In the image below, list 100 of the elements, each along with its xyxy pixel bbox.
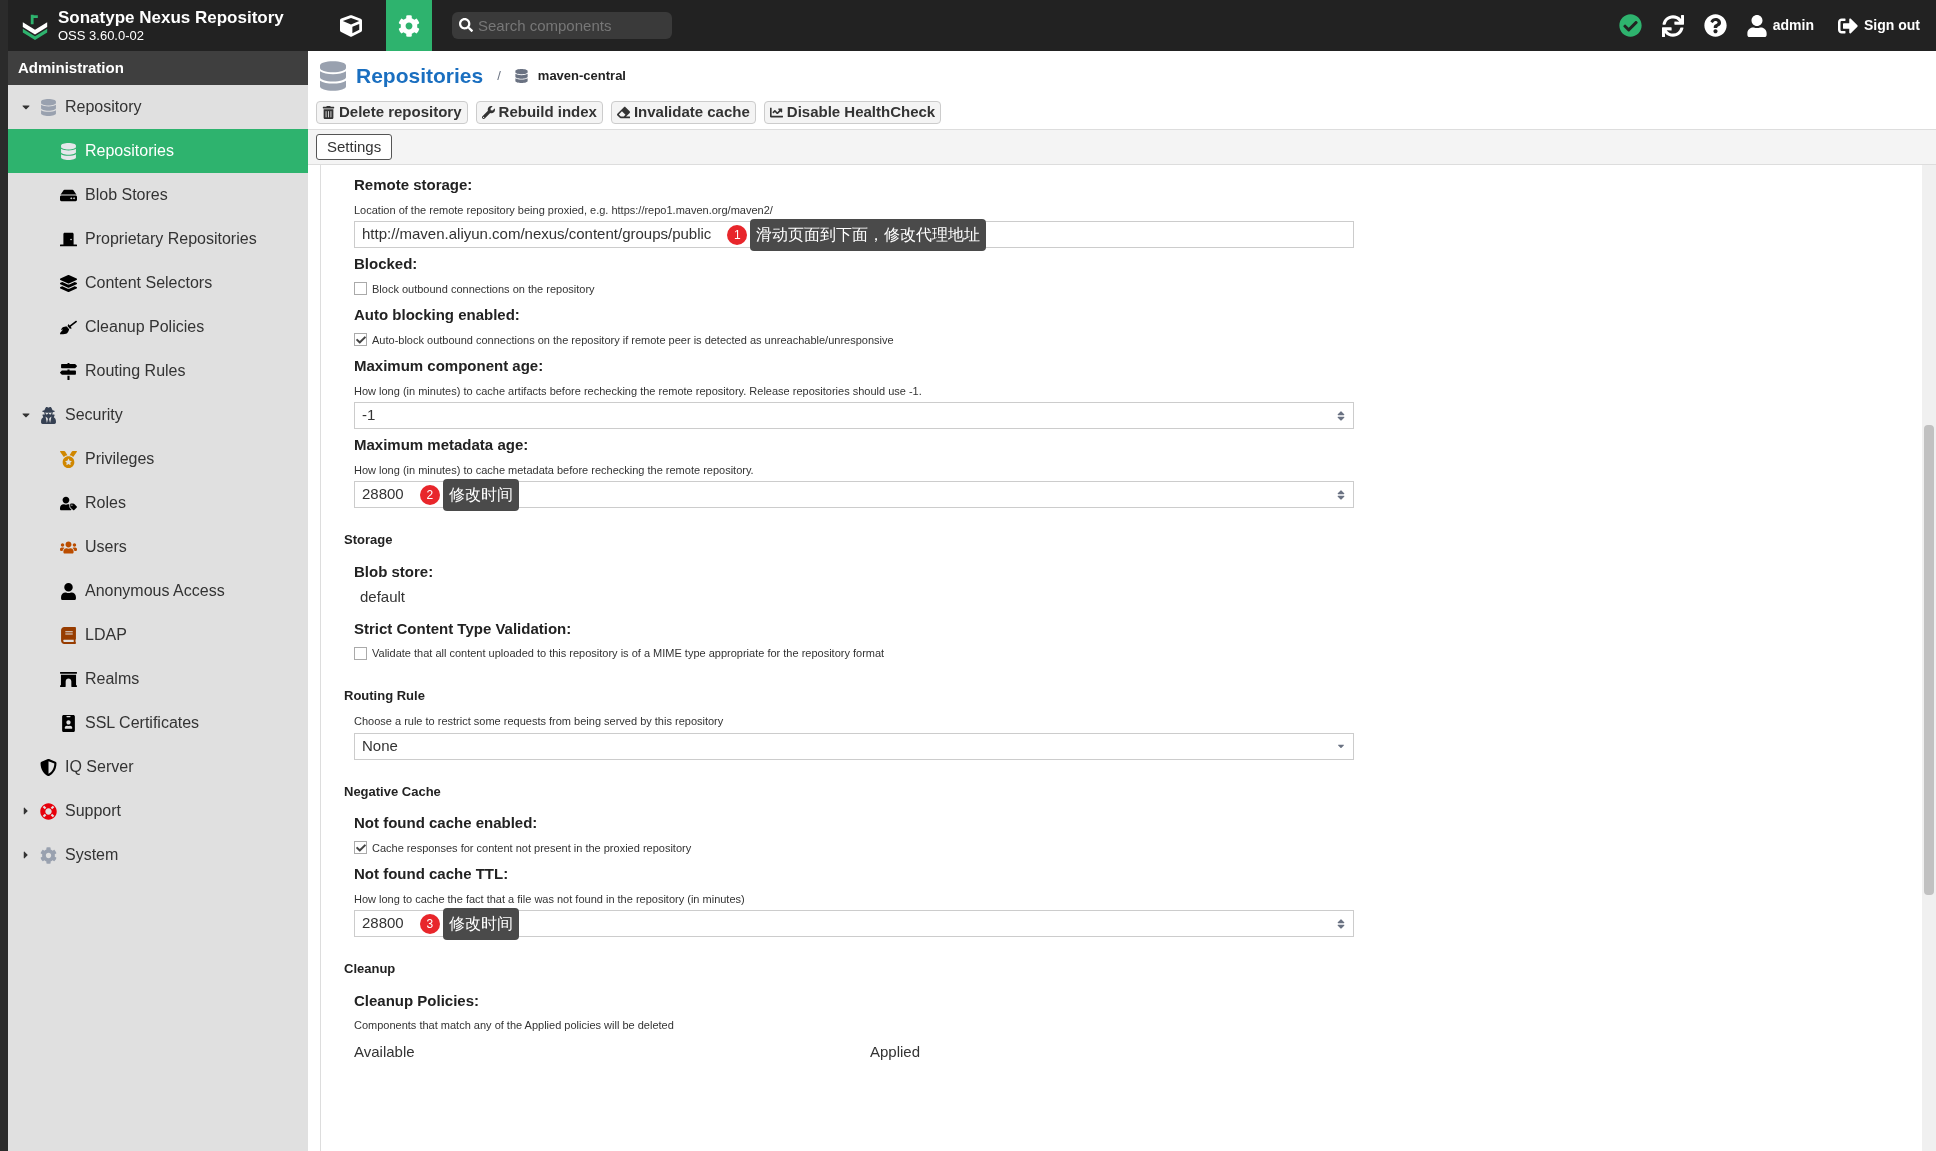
sidebar-item[interactable]: Users bbox=[8, 525, 308, 569]
callout-note: 修改时间 bbox=[442, 907, 519, 940]
checkbox-label: Auto-block outbound connections on the repository if remote peer is detected as unreachable/unresponsive bbox=[372, 332, 894, 348]
product-name: Sonatype Nexus Repository bbox=[58, 6, 284, 28]
lifebuoy-icon bbox=[40, 802, 57, 820]
badge-icon bbox=[60, 714, 77, 732]
help-text: How long (in minutes) to cache metadata before rechecking the remote repository. bbox=[354, 462, 755, 478]
field-label: Auto blocking enabled: bbox=[354, 305, 521, 325]
search-icon bbox=[459, 18, 473, 32]
input-field[interactable]: 28800 2 修改时间 bbox=[354, 481, 1354, 508]
breadcrumb-separator: / bbox=[497, 67, 501, 86]
field-text: 28800 bbox=[362, 484, 404, 505]
field-label: Strict Content Type Validation: bbox=[354, 618, 573, 639]
settings-button[interactable] bbox=[386, 0, 432, 51]
field-label: Blob store: bbox=[354, 561, 435, 582]
checkbox-label: Cache responses for content not present in the proxied repository bbox=[372, 840, 692, 856]
user-button[interactable]: admin bbox=[1746, 14, 1814, 37]
sidebar-item[interactable]: Privileges bbox=[8, 437, 308, 481]
field-text: http://maven.aliyun.com/nexus/content/groups/public bbox=[362, 224, 712, 245]
sidebar-item[interactable]: SSL Certificates bbox=[8, 701, 308, 745]
help-text: Components that match any of the Applied policies will be deleted bbox=[354, 1018, 675, 1033]
database-icon bbox=[40, 98, 57, 116]
eraser-icon bbox=[616, 106, 630, 119]
spinner-icon[interactable] bbox=[1336, 409, 1346, 422]
spinner-icon[interactable] bbox=[1336, 488, 1346, 501]
input-field[interactable]: http://maven.aliyun.com/nexus/content/groups/public 1 滑动页面到下面，修改代理地址 bbox=[354, 221, 1354, 248]
signpost-icon bbox=[60, 362, 77, 380]
database-icon bbox=[320, 61, 346, 91]
input-field[interactable]: -1 bbox=[354, 402, 1354, 429]
tab[interactable]: Settings bbox=[316, 134, 393, 160]
column-heading: Available bbox=[354, 1041, 416, 1062]
search-field[interactable]: Search components bbox=[452, 12, 672, 39]
callout-note: 修改时间 bbox=[442, 478, 519, 511]
section-heading: Cleanup bbox=[344, 960, 397, 978]
field-text: None bbox=[362, 735, 398, 756]
field-label: Maximum metadata age: bbox=[354, 435, 530, 455]
help-text: Choose a rule to restrict some requests from being served by this repository bbox=[354, 714, 725, 729]
sidebar-item[interactable]: Proprietary Repositories bbox=[8, 217, 308, 261]
checkbox[interactable] bbox=[354, 282, 367, 296]
wrench-icon bbox=[481, 106, 495, 119]
breadcrumb-current: maven-central bbox=[537, 67, 626, 86]
sidebar-title: Administration bbox=[8, 51, 308, 85]
step-number: 1 bbox=[727, 224, 748, 245]
book-icon bbox=[60, 626, 77, 644]
field-label: Cleanup Policies: bbox=[354, 990, 481, 1011]
door-icon bbox=[60, 230, 77, 248]
field-label: Remote storage: bbox=[354, 175, 474, 195]
help-text: How long to cache the fact that a file was not found in the repository (in minutes) bbox=[354, 891, 746, 907]
field-text: 28800 bbox=[362, 913, 404, 934]
sidebar-item[interactable]: Blob Stores bbox=[8, 173, 308, 217]
user-icon bbox=[1746, 14, 1767, 37]
sidebar-item[interactable]: Repository bbox=[8, 85, 308, 129]
sidebar-item[interactable]: IQ Server bbox=[8, 745, 308, 789]
toolbar-button[interactable]: Invalidate cache bbox=[610, 101, 756, 124]
sidebar-item[interactable]: Realms bbox=[8, 657, 308, 701]
user-icon bbox=[60, 582, 77, 600]
help-text: How long (in minutes) to cache artifacts before rechecking the remote repository. Release repositories should use -1. bbox=[354, 383, 923, 399]
checkbox[interactable] bbox=[354, 646, 367, 660]
cube-icon bbox=[340, 14, 362, 37]
status-ok-icon[interactable] bbox=[1618, 14, 1642, 37]
callout-note: 滑动页面到下面，修改代理地址 bbox=[750, 218, 987, 251]
field-label: Blocked: bbox=[354, 254, 419, 274]
sidebar-item[interactable]: Security bbox=[8, 393, 308, 437]
section-heading: Negative Cache bbox=[344, 782, 442, 801]
archway-icon bbox=[60, 670, 77, 688]
scrollbar[interactable] bbox=[1922, 165, 1936, 1151]
sidebar-item[interactable]: System bbox=[8, 833, 308, 877]
gear-icon bbox=[40, 846, 57, 864]
sidebar-item[interactable]: Cleanup Policies bbox=[8, 305, 308, 349]
sidebar-item[interactable]: Roles bbox=[8, 481, 308, 525]
user-tag-icon bbox=[60, 494, 77, 512]
toolbar-button[interactable]: Rebuild index bbox=[475, 101, 603, 124]
input-field[interactable]: 28800 3 修改时间 bbox=[354, 910, 1354, 937]
step-number: 2 bbox=[419, 484, 440, 505]
sign-out-button[interactable]: Sign out bbox=[1838, 15, 1920, 36]
chart-icon bbox=[769, 106, 783, 119]
help-icon[interactable] bbox=[1703, 14, 1727, 37]
sidebar-item[interactable]: Anonymous Access bbox=[8, 569, 308, 613]
sidebar-item[interactable]: LDAP bbox=[8, 613, 308, 657]
sidebar-item[interactable]: Routing Rules bbox=[8, 349, 308, 393]
refresh-icon[interactable] bbox=[1661, 14, 1684, 37]
toolbar-button[interactable]: Disable HealthCheck bbox=[763, 101, 942, 124]
database-icon bbox=[514, 69, 528, 83]
select-field[interactable]: None bbox=[354, 732, 1354, 760]
spinner-icon[interactable] bbox=[1336, 917, 1346, 930]
checkbox[interactable] bbox=[354, 841, 367, 855]
version-label: OSS 3.60.0-02 bbox=[58, 28, 145, 45]
layers-icon bbox=[60, 274, 77, 292]
broom-icon bbox=[60, 318, 77, 336]
help-text: Location of the remote repository being proxied, e.g. https://repo1.maven.org/maven2/ bbox=[354, 202, 774, 218]
checkbox-label: Validate that all content uploaded to this repository is of a MIME type appropriate for the repository format bbox=[372, 646, 885, 661]
check-icon bbox=[355, 842, 366, 853]
checkbox-label: Block outbound connections on the repository bbox=[372, 281, 595, 297]
sidebar-item[interactable]: Content Selectors bbox=[8, 261, 308, 305]
toolbar-button[interactable]: Delete repository bbox=[316, 101, 468, 124]
sidebar-item[interactable]: Support bbox=[8, 789, 308, 833]
checkbox[interactable] bbox=[354, 333, 367, 347]
check-icon bbox=[355, 334, 366, 345]
field-text: -1 bbox=[362, 405, 376, 426]
field-label: Not found cache enabled: bbox=[354, 813, 539, 833]
